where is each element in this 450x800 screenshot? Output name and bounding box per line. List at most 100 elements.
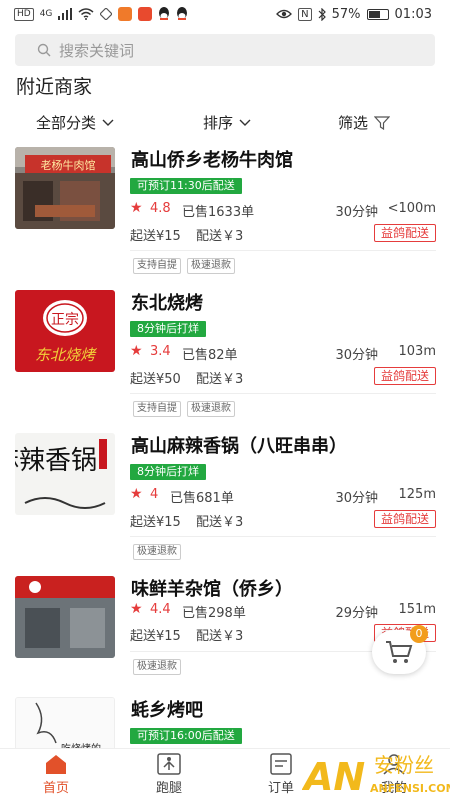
tab-label: 我的 [380,781,407,796]
shop-card[interactable]: 麻辣香锅 高山麻辣香锅（八旺串串） 8分钟后打烊 ★ 4 已售681单 30分钟… [0,426,450,569]
feature-tag: 支持自提 [133,258,181,274]
app-screen: { "status_bar": { "hd_badge": "HD", "net… [0,0,450,800]
chevron-down-icon [102,119,114,126]
shop-fees: 起送¥50 配送￥3 益鸽配送 [130,367,436,387]
star-icon: ★ [130,343,143,359]
search-icon [37,43,51,57]
divider [130,250,436,251]
min-order: 起送¥50 [130,372,181,387]
shop-stats: ★ 4.4 已售298单 29分钟 151m [130,601,436,621]
min-order: 起送¥15 [130,629,181,644]
delivery-time: 30分钟 [335,491,378,506]
profile-icon [383,754,405,775]
delivery-fee: 配送￥3 [196,515,244,530]
chevron-down-icon [239,119,251,126]
shop-sign-text: 老杨牛肉馆 [41,158,96,172]
tab-bar: 首页 跑腿 订单 我的 [0,748,450,800]
errand-icon [157,753,181,775]
shop-name: 味鲜羊杂馆（侨乡） [131,579,293,600]
sort-filter[interactable]: 排序 [203,112,251,133]
feature-tag: 极速退款 [187,258,235,274]
shop-photo: 老杨牛肉馆 [15,147,115,229]
delivery-badge: 益鸽配送 [373,224,436,242]
wifi-icon [78,8,94,20]
tab-orders[interactable]: 订单 [251,753,311,796]
shop-logo: 正宗 东北烧烤 [15,290,115,372]
tab-label: 订单 [267,781,294,796]
delivery-badge: 益鸽配送 [373,510,436,528]
category-filter[interactable]: 全部分类 [36,112,114,133]
star-icon: ★ [130,601,143,617]
distance: 125m [398,487,436,502]
shop-name: 东北烧烤 [131,293,203,314]
min-order: 起送¥15 [130,515,181,530]
sort-filter-label: 排序 [203,114,234,132]
feature-tag: 极速退款 [187,401,235,417]
hd-badge: HD [14,7,34,21]
battery-percent: 57% [331,6,361,22]
tab-profile[interactable]: 我的 [364,753,424,796]
feature-tag: 极速退款 [133,544,181,560]
sold-count: 已售681单 [170,491,234,506]
cart-icon [386,641,413,663]
qq-icon [159,7,170,20]
orange-app-icon [118,7,133,21]
tab-label: 跑腿 [155,781,182,796]
battery-icon [366,8,389,20]
delivery-fee: 配送￥3 [196,229,244,244]
status-tag: 可预订16:00后配送 [130,728,242,744]
feature-tags: 支持自提 极速退款 [133,258,235,274]
qq-icon [177,7,188,20]
feature-tags: 极速退款 [133,659,181,675]
tab-label: 首页 [42,781,69,796]
diamond-app-icon [100,8,113,20]
shop-stats: ★ 3.4 已售82单 30分钟 103m [130,343,436,363]
category-filter-label: 全部分类 [36,114,97,132]
eye-icon [276,9,293,19]
divider [130,393,436,394]
logo-text: 麻辣香锅 [15,446,97,476]
screen-filter[interactable]: 筛选 [338,112,391,133]
clock: 01:03 [394,6,432,22]
order-icon [270,753,292,775]
delivery-time: 30分钟 [335,348,378,363]
cart-count-badge: 0 [410,625,428,643]
red-app-icon [138,7,153,21]
network-type: 4G [39,9,53,19]
distance: 103m [398,344,436,359]
nfc-icon: N [298,7,312,21]
rating: 4.4 [150,602,171,617]
sold-count: 已售298单 [182,606,246,621]
filter-bar: 全部分类 排序 筛选 [0,104,450,138]
funnel-icon [374,115,391,130]
delivery-time: 30分钟 [335,205,378,220]
feature-tags: 支持自提 极速退款 [133,401,235,417]
status-tag: 可预订11:30后配送 [130,178,242,194]
shop-photo [15,576,115,658]
shop-stats: ★ 4 已售681单 30分钟 125m [130,486,436,506]
shop-card[interactable]: 老杨牛肉馆 高山侨乡老杨牛肉馆 可预订11:30后配送 ★ 4.8 已售1633… [0,140,450,283]
sold-count: 已售1633单 [182,205,255,220]
logo-top-text: 正宗 [51,312,79,328]
bluetooth-icon [318,7,326,21]
screen-filter-label: 筛选 [338,114,369,132]
distance: 151m [398,602,436,617]
star-icon: ★ [130,486,143,502]
section-title: 附近商家 [16,76,93,98]
distance: <100m [387,201,436,216]
shop-list: 老杨牛肉馆 高山侨乡老杨牛肉馆 可预订11:30后配送 ★ 4.8 已售1633… [0,140,450,800]
feature-tag: 支持自提 [133,401,181,417]
tab-home[interactable]: 首页 [26,753,86,796]
status-tag: 8分钟后打烊 [130,321,206,337]
delivery-fee: 配送￥3 [196,629,244,644]
logo-bottom-text: 东北烧烤 [35,346,97,364]
search-input[interactable]: 搜索关键词 [59,40,134,61]
tab-errand[interactable]: 跑腿 [139,753,199,796]
shop-name: 高山侨乡老杨牛肉馆 [131,150,293,171]
shop-stats: ★ 4.8 已售1633单 30分钟 <100m [130,200,436,220]
shop-card[interactable]: 正宗 东北烧烤 东北烧烤 8分钟后打烊 ★ 3.4 已售82单 30分钟 103… [0,283,450,426]
status-tag: 8分钟后打烊 [130,464,206,480]
feature-tags: 极速退款 [133,544,181,560]
delivery-badge: 益鸽配送 [373,367,436,385]
search-bar[interactable]: 搜索关键词 [15,34,435,66]
